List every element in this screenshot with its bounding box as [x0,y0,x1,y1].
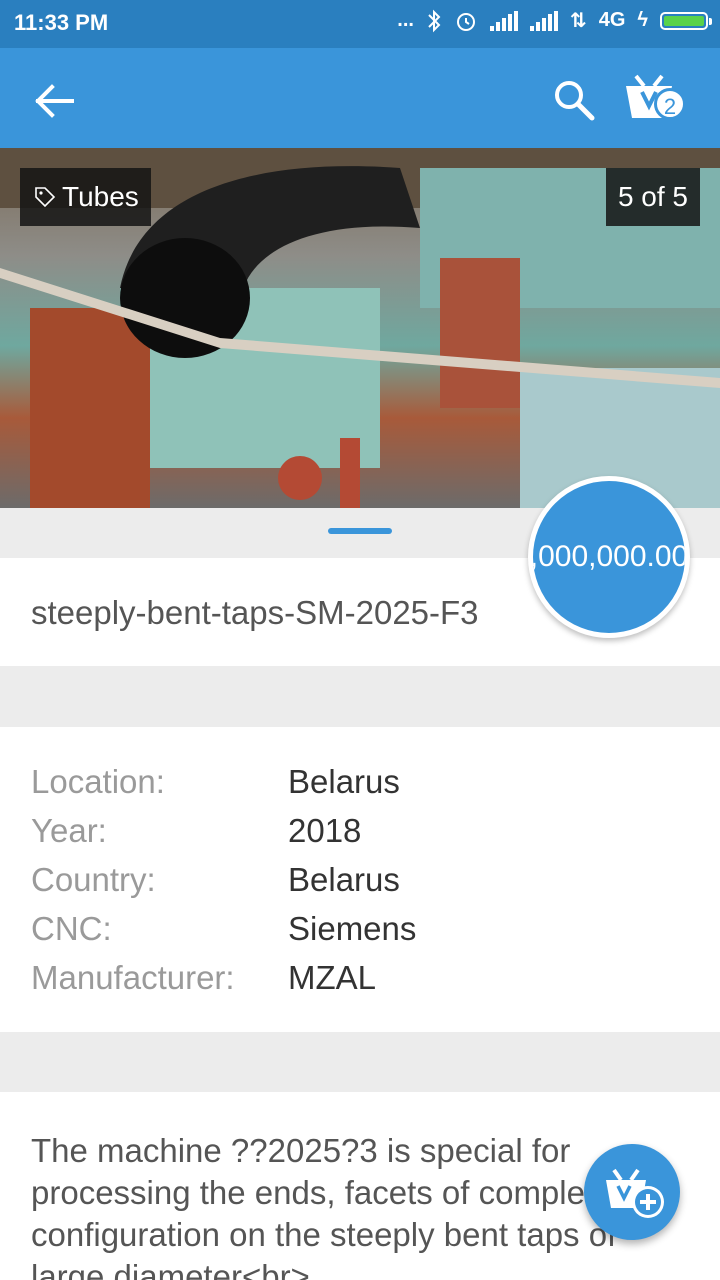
spec-label: Year: [31,812,107,849]
bluetooth-icon [428,9,441,32]
search-icon[interactable] [552,78,596,122]
data-arrows-icon: ⇅ [569,10,587,32]
specs-card: Location: Belarus Year: 2018 Country: Be… [0,727,720,1032]
app-bar [0,48,720,148]
cart-count-badge[interactable]: 2 [654,88,686,120]
spec-value: 2018 [288,812,362,849]
signal-icon-2 [529,10,558,31]
charging-icon: ϟ [637,9,648,31]
status-dots: ... [397,9,414,31]
alarm-icon [456,12,475,31]
add-to-cart-icon [606,1168,664,1218]
spec-value: MZAL [288,959,377,996]
gallery-page-indicator [328,528,392,534]
signal-icon [489,10,518,31]
price-badge: 5,000,000.00$ [528,476,690,638]
back-arrow-icon[interactable] [34,84,74,118]
image-counter-label: 5 of 5 [617,181,688,212]
status-icons: ... ⇅ 4G ϟ [397,8,712,33]
product-image[interactable]: Tubes 5 of 5 [0,148,720,508]
spec-label: Location: [31,763,165,800]
spec-label: CNC: [31,910,112,947]
spec-label: Country: [31,861,156,898]
spec-label: Manufacturer: [31,959,235,996]
product-title: steeply-bent-taps-SM-2025-F3 [31,594,479,631]
tag-icon [35,187,56,208]
category-tag[interactable]: Tubes [20,168,151,226]
image-counter: 5 of 5 [605,168,700,226]
spec-value: Belarus [288,763,400,800]
battery-icon [660,11,712,30]
spec-value: Belarus [288,861,400,898]
status-bar: 11:33 PM ... ⇅ 4G ϟ [0,0,720,48]
spec-value: Siemens [288,910,417,947]
category-tag-label: Tubes [62,181,139,212]
add-to-cart-button[interactable] [584,1144,680,1240]
network-type: 4G [598,9,626,31]
price-label: 5,000,000.00$ [529,540,689,573]
status-time: 11:33 PM [14,10,109,35]
